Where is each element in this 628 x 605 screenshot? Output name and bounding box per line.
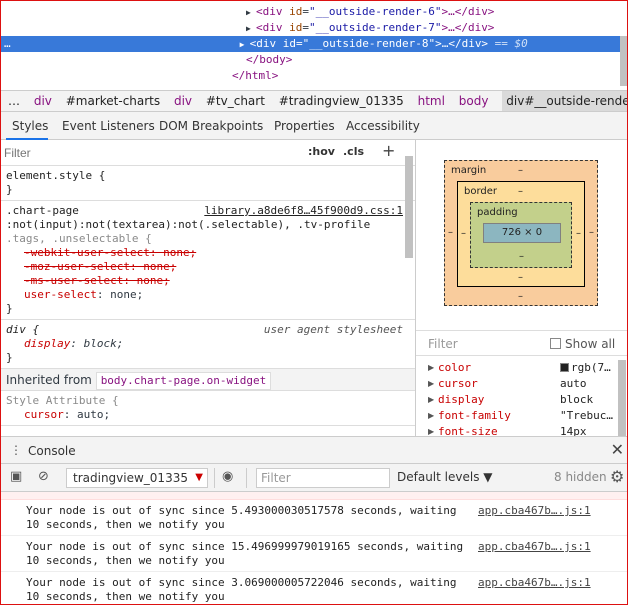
computed-prop-cursor[interactable]: ▶ cursor auto	[416, 376, 628, 392]
console-message[interactable]: Your node is out of sync since 15.496999…	[0, 536, 628, 572]
declaration-cursor[interactable]: cursor: auto;	[6, 408, 409, 422]
clipped-message	[0, 492, 628, 500]
breadcrumb-item-html[interactable]: html	[418, 91, 445, 111]
expand-triangle-icon[interactable]: ▶	[428, 408, 434, 424]
elements-dom-tree[interactable]: ▶ <div id="__outside-render-6">…</div> ▶ <…	[0, 0, 628, 90]
expand-triangle-icon[interactable]: ▶	[246, 5, 256, 21]
console-filter-input[interactable]: Filter	[256, 468, 390, 488]
breadcrumb-item-body[interactable]: body	[459, 91, 489, 111]
dom-node-outside-render-6[interactable]: ▶ <div id="__outside-render-6">…</div>	[0, 4, 628, 20]
tab-dom-breakpoints[interactable]: DOM Breakpoints	[159, 112, 263, 140]
eye-icon[interactable]: ◉	[222, 469, 233, 484]
expand-triangle-icon[interactable]: ▶	[428, 376, 434, 392]
breadcrumb: … div #market-charts div #tv_chart #trad…	[0, 90, 628, 112]
gear-icon[interactable]: ⚙	[610, 467, 624, 486]
rule-selector: :not(input):not(textarea):not(.selectabl…	[6, 218, 371, 231]
dom-node-outside-render-7[interactable]: ▶ <div id="__outside-render-7">…</div>	[0, 20, 628, 36]
current-node-marker: == $0	[488, 37, 528, 50]
dom-node-html-close[interactable]: </html>	[0, 68, 628, 84]
expand-triangle-icon[interactable]: ▶	[428, 360, 434, 376]
checkbox-icon[interactable]	[550, 338, 561, 349]
element-style-rule[interactable]: element.style { }	[0, 166, 415, 201]
hov-toggle-button[interactable]: :hov	[308, 145, 335, 158]
dom-node-body-close[interactable]: </body>	[0, 52, 628, 68]
expand-triangle-icon[interactable]: ▶	[428, 392, 434, 408]
rule-selector: Style Attribute {	[6, 394, 119, 407]
console-message-source-link[interactable]: app.cba467b….js:1	[478, 540, 591, 553]
console-toolbar: ▣ ⊘ tradingview_01335 ▼ ◉ Filter Default…	[0, 464, 628, 492]
console-message-text: Your node is out of sync since 5.4930000…	[26, 504, 457, 531]
box-model-margin[interactable]: margin – – – – border – – – – padding – …	[444, 160, 598, 306]
styles-filter-input[interactable]	[4, 144, 294, 162]
styles-filter-row: :hov .cls +	[0, 140, 415, 166]
inherited-from-link[interactable]: body.chart-page.on-widget	[95, 372, 272, 390]
style-attribute-rule[interactable]: Style Attribute { cursor: auto;	[0, 391, 415, 426]
chart-page-rule[interactable]: library.a8de6f8…45f900d9.css:1 .chart-pa…	[0, 201, 415, 320]
drawer-menu-icon[interactable]: ⋮	[10, 443, 22, 457]
expand-triangle-icon[interactable]: ▶	[240, 37, 250, 53]
toolbar-divider	[214, 468, 215, 488]
computed-prop-color[interactable]: ▶ color rgb(7…	[416, 360, 628, 376]
stylesheet-source-link[interactable]: library.a8de6f8…45f900d9.css:1	[204, 204, 403, 218]
user-agent-source-label: user agent stylesheet	[263, 323, 403, 336]
dom-node-outside-render-8-selected[interactable]: … ▶ <div id="__outside-render-8">…</div> =…	[0, 36, 628, 52]
computed-pane: margin – – – – border – – – – padding – …	[416, 140, 628, 438]
user-agent-div-rule[interactable]: user agent stylesheet div { display: blo…	[0, 320, 415, 369]
drawer-tab-bar: ⋮ Console ✕	[0, 436, 628, 464]
styles-scrollbar[interactable]	[405, 156, 413, 258]
new-style-rule-button[interactable]: +	[382, 141, 395, 160]
box-model-border[interactable]: border – – – – padding – 726 × 0	[457, 181, 585, 287]
context-selector[interactable]: tradingview_01335 ▼	[66, 468, 208, 488]
tab-styles[interactable]: Styles	[6, 112, 48, 140]
console-messages: Your node is out of sync since 5.4930000…	[0, 492, 628, 605]
computed-prop-font-family[interactable]: ▶ font-family "Trebuc…	[416, 408, 628, 424]
declaration-display: display: block;	[24, 337, 124, 350]
expand-triangle-icon[interactable]: ▶	[246, 21, 256, 37]
default-levels-dropdown[interactable]: Default levels ▼	[397, 470, 493, 484]
breadcrumb-item-div[interactable]: div	[34, 91, 52, 111]
console-message-source-link[interactable]: app.cba467b….js:1	[478, 576, 591, 589]
sidebar-tab-bar: Styles Event Listeners DOM Breakpoints P…	[0, 112, 628, 140]
cls-toggle-button[interactable]: .cls	[343, 145, 364, 158]
toolbar-divider	[246, 468, 247, 488]
breadcrumb-item-outside-render-8[interactable]: div#__outside-render-8	[502, 91, 628, 111]
row-gutter-ellipsis[interactable]: …	[4, 37, 11, 50]
computed-prop-display[interactable]: ▶ display block	[416, 392, 628, 408]
breadcrumb-item-tv-chart[interactable]: #tv_chart	[206, 91, 265, 111]
breadcrumb-item-ellipsis[interactable]: …	[8, 91, 20, 111]
color-swatch-icon	[560, 363, 569, 372]
console-message-source-link[interactable]: app.cba467b….js:1	[478, 504, 591, 517]
struck-declaration[interactable]: -ms-user-select: none;	[6, 274, 409, 288]
close-drawer-icon[interactable]: ✕	[611, 440, 624, 459]
computed-scrollbar[interactable]	[618, 360, 626, 436]
tab-console[interactable]: Console	[28, 437, 76, 465]
clear-console-icon[interactable]: ⊘	[38, 469, 49, 484]
styles-pane: :hov .cls + element.style { } library.a8…	[0, 140, 416, 436]
chevron-down-icon: ▼	[195, 472, 203, 483]
console-message[interactable]: Your node is out of sync since 5.4930000…	[0, 500, 628, 536]
computed-filter-row: Filter Show all	[416, 330, 628, 356]
element-style-selector: element.style {	[6, 169, 106, 182]
declaration-user-select[interactable]: user-select: none;	[6, 288, 409, 302]
box-model-content[interactable]: 726 × 0	[483, 223, 561, 243]
show-all-checkbox[interactable]: Show all	[550, 337, 615, 351]
rule-selector: .tags, .unselectable {	[6, 232, 152, 245]
breadcrumb-item-tradingview[interactable]: #tradingview_01335	[279, 91, 404, 111]
tab-accessibility[interactable]: Accessibility	[346, 112, 420, 140]
tab-event-listeners[interactable]: Event Listeners	[62, 112, 155, 140]
hidden-messages-count: 8 hidden	[554, 470, 607, 484]
console-message-text: Your node is out of sync since 15.496999…	[26, 540, 464, 567]
sidebar-toggle-icon[interactable]: ▣	[10, 469, 22, 484]
breadcrumb-item-market-charts[interactable]: #market-charts	[66, 91, 160, 111]
console-message[interactable]: Your node is out of sync since 3.0690000…	[0, 572, 628, 605]
box-model-padding[interactable]: padding – 726 × 0	[470, 202, 572, 268]
dom-tree-scrollbar[interactable]	[620, 36, 628, 86]
breadcrumb-item-div[interactable]: div	[174, 91, 192, 111]
struck-declaration[interactable]: -moz-user-select: none;	[6, 260, 409, 274]
console-message-text: Your node is out of sync since 3.0690000…	[26, 576, 457, 603]
tab-properties[interactable]: Properties	[274, 112, 335, 140]
computed-filter-input[interactable]: Filter	[428, 337, 458, 351]
struck-declaration[interactable]: -webkit-user-select: none;	[6, 246, 409, 260]
inherited-section-header: Inherited from body.chart-page.on-widget	[0, 369, 415, 391]
